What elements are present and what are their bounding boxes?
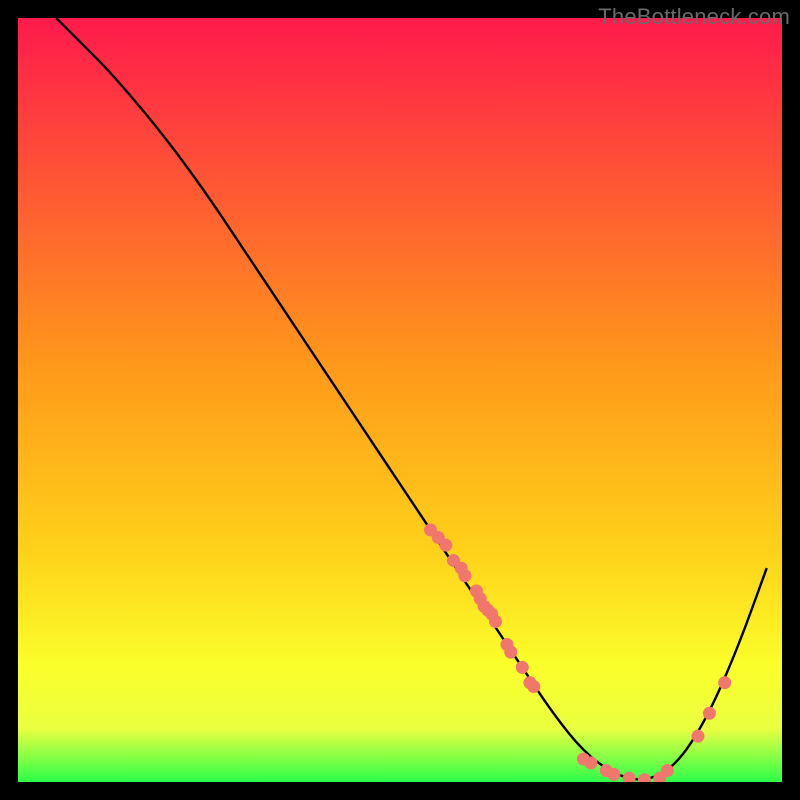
frame-left [0, 0, 18, 800]
gradient-background [18, 18, 782, 782]
frame-right [782, 0, 800, 800]
data-marker [661, 764, 674, 777]
chart-container: TheBottleneck.com [0, 0, 800, 800]
data-marker [504, 646, 517, 659]
data-marker [607, 768, 620, 781]
data-marker [703, 707, 716, 720]
data-marker [439, 539, 452, 552]
data-marker [718, 676, 731, 689]
data-marker [691, 730, 704, 743]
data-marker [585, 756, 598, 769]
data-marker [489, 615, 502, 628]
bottleneck-chart [0, 0, 800, 800]
data-marker [527, 680, 540, 693]
data-marker [516, 661, 529, 674]
frame-bottom [0, 782, 800, 800]
data-marker [458, 569, 471, 582]
watermark-text: TheBottleneck.com [598, 4, 790, 30]
